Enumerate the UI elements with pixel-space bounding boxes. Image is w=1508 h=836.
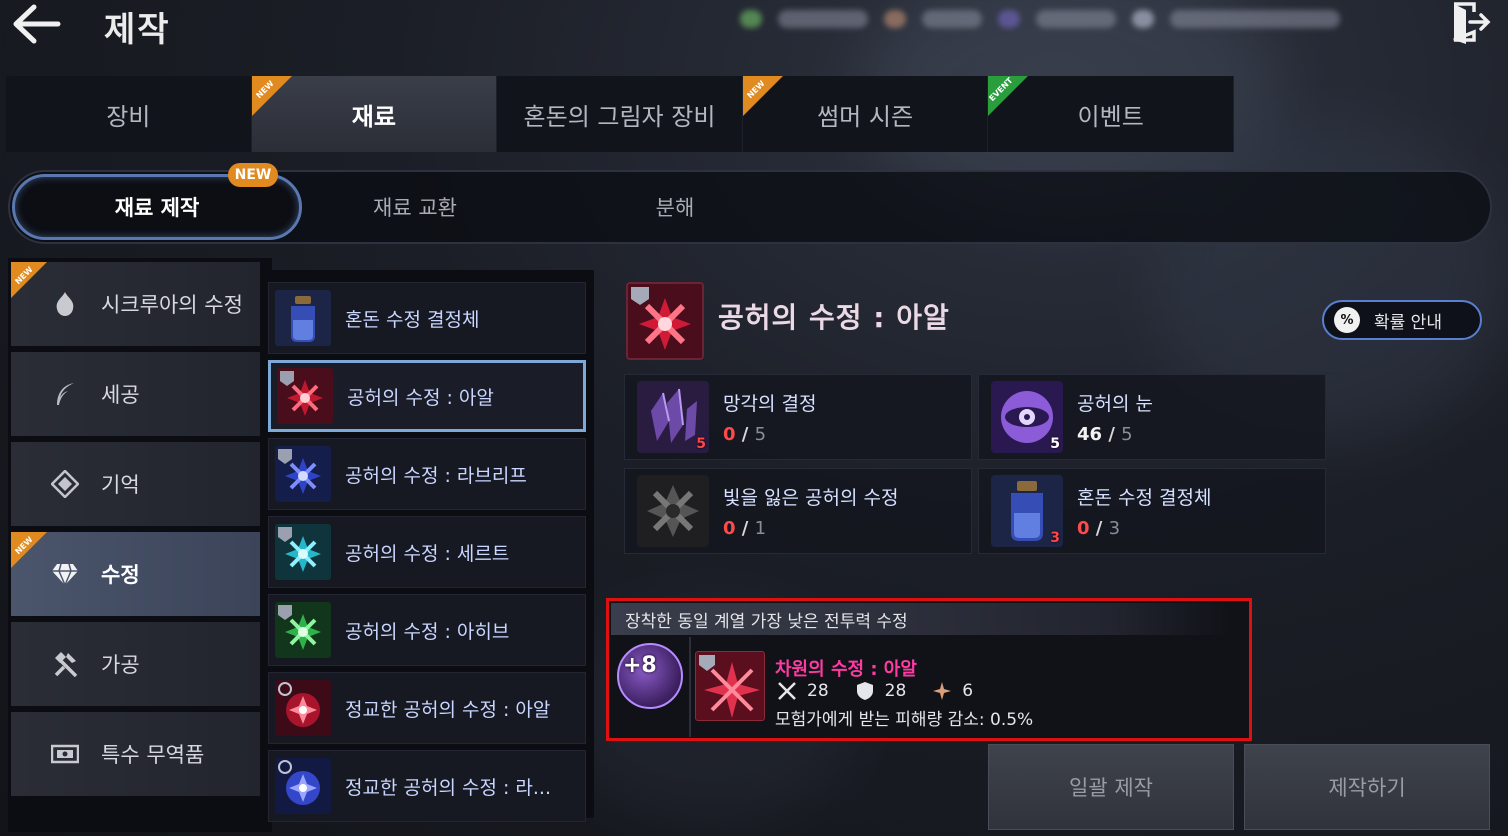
exit-button[interactable] xyxy=(1448,0,1492,44)
flame-crystal-icon xyxy=(47,289,83,319)
ingredient-count: 0 / 1 xyxy=(723,518,767,539)
void-crystal-labrip-icon xyxy=(275,446,331,502)
exit-door-icon xyxy=(1453,2,1491,44)
ingredient-card[interactable]: 5 망각의 결정 0 / 5 xyxy=(624,374,972,460)
comparison-item-name: 차원의 수정 : 아알 xyxy=(775,659,917,680)
new-badge: NEW xyxy=(11,532,47,568)
new-badge: NEW xyxy=(11,262,47,298)
category-processing[interactable]: 가공 xyxy=(11,622,260,706)
void-eye-icon: 5 xyxy=(991,381,1063,453)
ingredient-card[interactable]: 빛을 잃은 공허의 수정 0 / 1 xyxy=(624,468,972,554)
percent-icon: % xyxy=(1334,307,1360,333)
material-item[interactable]: 공허의 수정 : 라브리프 xyxy=(268,438,586,510)
new-badge: NEW xyxy=(251,76,292,116)
category-memory[interactable]: 기억 xyxy=(11,442,260,526)
tab-event[interactable]: EVENT 이벤트 xyxy=(988,76,1234,152)
tab-chaos-shadow-equipment[interactable]: 혼돈의 그림자 장비 xyxy=(497,76,743,152)
feather-icon xyxy=(47,379,83,409)
spark-icon xyxy=(932,681,952,701)
page-title: 제작 xyxy=(104,10,171,50)
dimension-crystal-aal-icon xyxy=(695,651,765,721)
ingredient-card[interactable]: 5 공허의 눈 46 / 5 xyxy=(978,374,1326,460)
trade-goods-icon xyxy=(47,739,83,769)
chaos-crystal-jar-icon: 3 xyxy=(991,475,1063,547)
tab-equipment[interactable]: 장비 xyxy=(6,76,252,152)
material-item[interactable]: 공허의 수정 : 아알 xyxy=(268,360,586,432)
divider xyxy=(689,637,691,737)
subtab-material-exchange[interactable]: 재료 교환 xyxy=(310,172,520,242)
oblivion-crystal-icon: 5 xyxy=(637,381,709,453)
chaos-crystal-jar-icon xyxy=(275,290,331,346)
dim-void-crystal-icon xyxy=(637,475,709,547)
void-crystal-aal-icon xyxy=(277,368,333,424)
shield-icon xyxy=(855,681,875,701)
material-item[interactable]: 공허의 수정 : 세르트 xyxy=(268,516,586,588)
void-crystal-ahiv-icon xyxy=(275,602,331,658)
material-item[interactable]: 혼돈 수정 결정체 xyxy=(268,282,586,354)
sword-icon xyxy=(777,681,797,701)
category-crystal[interactable]: NEW 수정 xyxy=(11,532,260,616)
comparison-effect: 모험가에게 받는 피해량 감소: 0.5% xyxy=(775,710,1034,730)
ingredient-count: 0 / 3 xyxy=(1077,518,1121,539)
refined-void-crystal-labrip-icon xyxy=(275,758,331,814)
probability-info-button[interactable]: % 확률 안내 xyxy=(1322,300,1482,340)
arrow-left-icon xyxy=(13,4,61,44)
ingredient-count: 0 / 5 xyxy=(723,424,767,445)
comparison-stats: 28 28 6 xyxy=(777,681,999,701)
top-tab-bar: 장비 NEW 재료 혼돈의 그림자 장비 NEW 썸머 시즌 EVENT 이벤트 xyxy=(6,76,1234,152)
category-sikrua-crystal[interactable]: NEW 시크루아의 수정 xyxy=(11,262,260,346)
memory-diamond-icon xyxy=(47,469,83,499)
hammer-icon xyxy=(47,649,83,679)
enhance-level: +8 xyxy=(623,653,657,678)
craft-button[interactable]: 제작하기 xyxy=(1244,744,1490,830)
material-list: 혼돈 수정 결정체 공허의 수정 : 아알 공허의 수정 : 라브리프 공허의 … xyxy=(264,270,594,822)
material-item[interactable]: 정교한 공허의 수정 : 아알 xyxy=(268,672,586,744)
gem-icon xyxy=(47,559,83,589)
selected-item-title: 공허의 수정 : 아알 xyxy=(718,301,950,334)
batch-craft-button[interactable]: 일괄 제작 xyxy=(988,744,1234,830)
selected-item-icon xyxy=(626,282,704,360)
material-item[interactable]: 공허의 수정 : 아히브 xyxy=(268,594,586,666)
material-item[interactable]: 정교한 공허의 수정 : 라... xyxy=(268,750,586,822)
category-list: NEW 시크루아의 수정 세공 기억 NEW 수정 가공 특수 무역품 xyxy=(8,258,272,832)
event-badge: EVENT xyxy=(988,76,1029,116)
category-special-trade[interactable]: 특수 무역품 xyxy=(11,712,260,796)
ingredient-card[interactable]: 3 혼돈 수정 결정체 0 / 3 xyxy=(978,468,1326,554)
void-crystal-sert-icon xyxy=(275,524,331,580)
new-badge: NEW xyxy=(742,76,783,116)
new-badge: NEW xyxy=(228,163,278,187)
back-button[interactable] xyxy=(10,2,62,46)
ingredient-count: 46 / 5 xyxy=(1077,424,1133,445)
tab-summer-season[interactable]: NEW 썸머 시즌 xyxy=(742,76,989,152)
refined-void-crystal-aal-icon xyxy=(275,680,331,736)
currency-bar xyxy=(740,4,1380,34)
equipped-comparison-panel: 장착한 동일 계열 가장 낮은 전투력 수정 +8 차원의 수정 : 아알 28… xyxy=(606,598,1252,741)
subtab-dismantle[interactable]: 분해 xyxy=(590,172,760,242)
comparison-header: 장착한 동일 계열 가장 낮은 전투력 수정 xyxy=(611,603,1231,635)
tab-materials[interactable]: NEW 재료 xyxy=(251,76,498,152)
category-refinement[interactable]: 세공 xyxy=(11,352,260,436)
